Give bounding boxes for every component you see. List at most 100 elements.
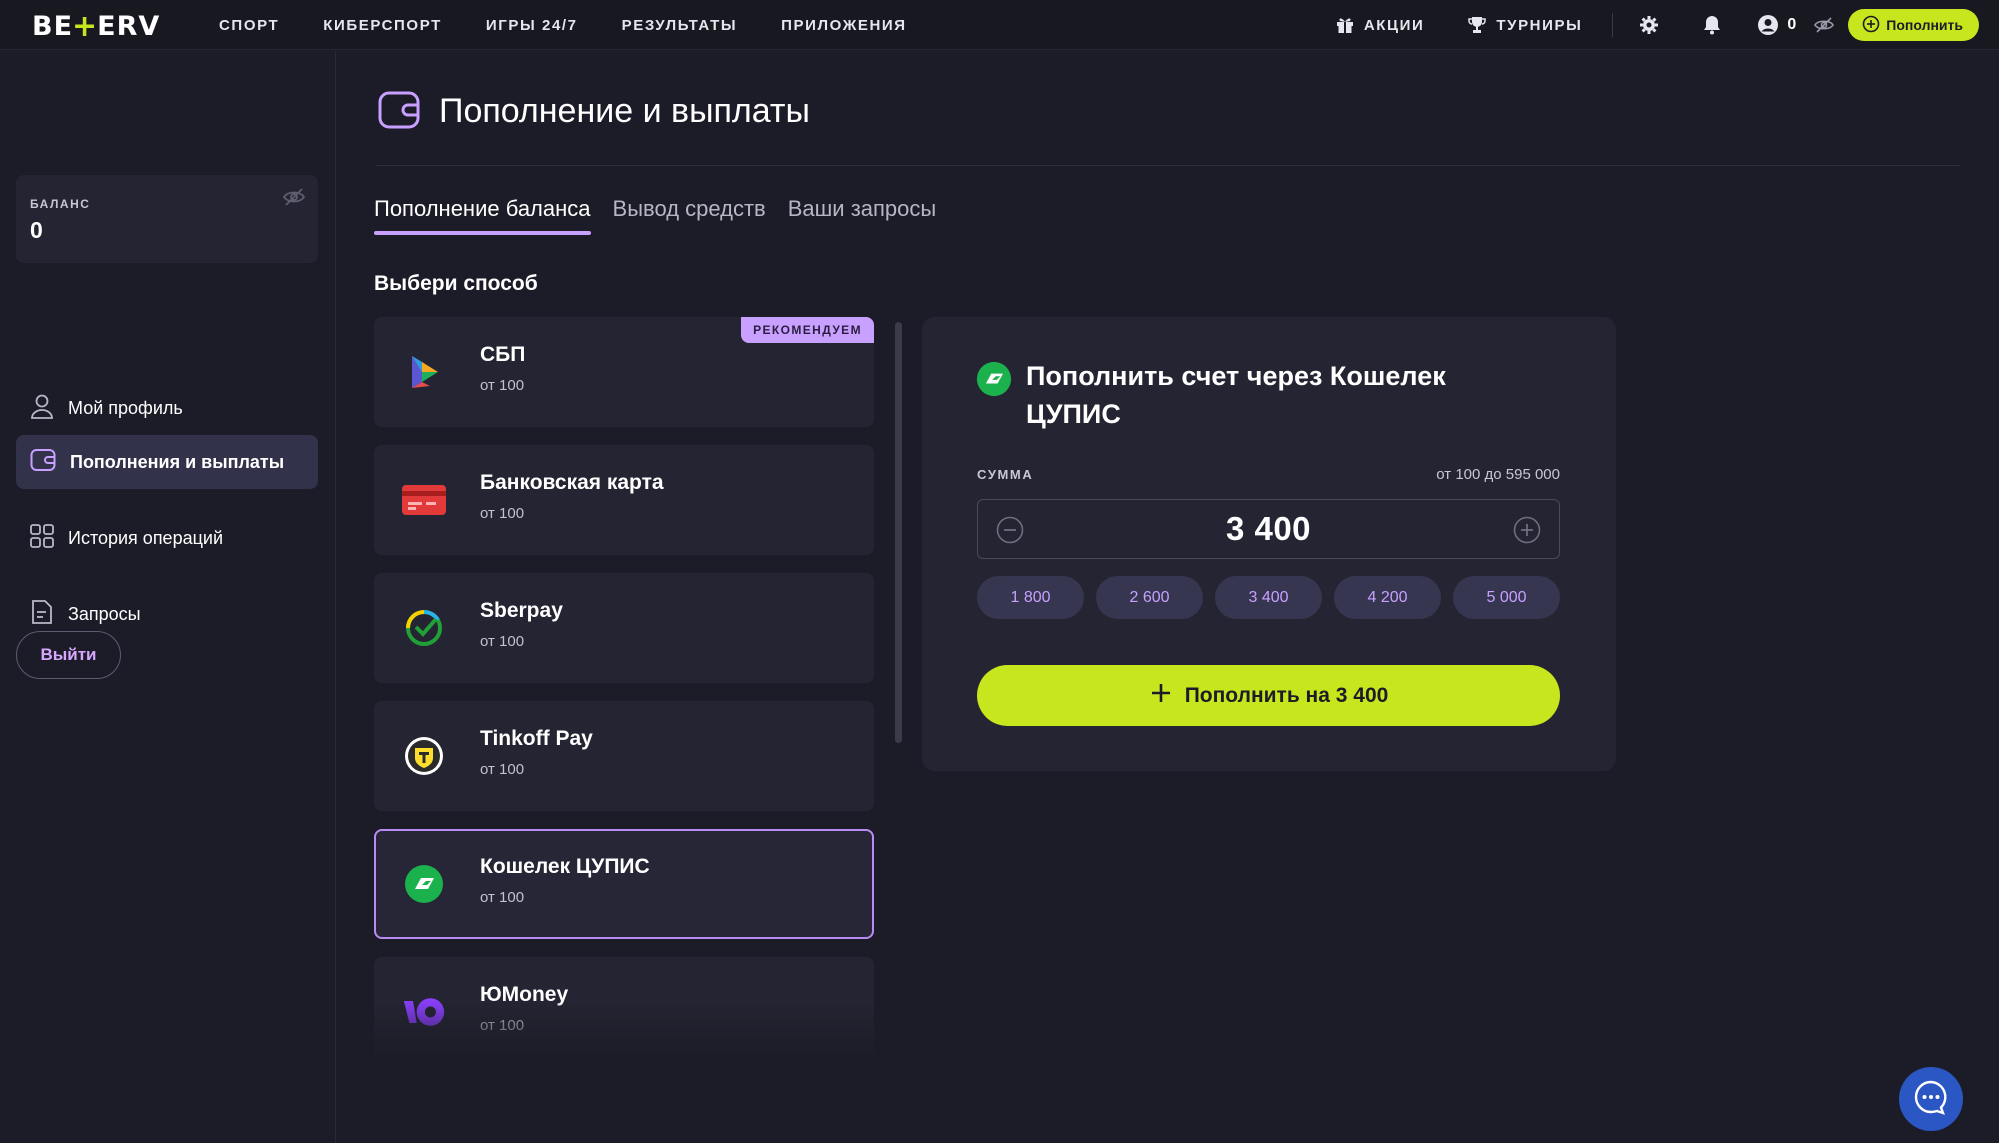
nav-link-sport[interactable]: СПОРТ	[219, 17, 279, 34]
page-header: Пополнение и выплаты	[376, 88, 1960, 166]
amount-chip[interactable]: 4 200	[1334, 576, 1441, 619]
trophy-icon	[1468, 16, 1487, 34]
page-tabs: Пополнение баланса Вывод средств Ваши за…	[374, 196, 936, 235]
logo-text-right: ERV	[97, 11, 161, 42]
nav-tournaments-label: ТУРНИРЫ	[1496, 16, 1583, 34]
logout-button[interactable]: Выйти	[16, 631, 121, 679]
method-name: ЮMoney	[480, 983, 569, 1006]
method-min: от 100	[480, 889, 525, 906]
balance-card: БАЛАНС 0	[16, 175, 318, 263]
nav-tournaments[interactable]: ТУРНИРЫ	[1468, 16, 1582, 34]
payment-title: Пополнить счет через Кошелек ЦУПИС	[1026, 361, 1446, 429]
amount-chip[interactable]: 2 600	[1096, 576, 1203, 619]
sum-label: СУММА	[977, 467, 1034, 482]
account-icon	[1757, 14, 1779, 36]
bell-icon[interactable]	[1703, 15, 1721, 35]
top-navigation: BE + ERV СПОРТ КИБЕРСПОРТ ИГРЫ 24/7 РЕЗУЛЬ…	[0, 0, 1999, 50]
betterv-logo[interactable]: BE + ERV	[32, 9, 160, 44]
method-sbp[interactable]: СБП от 100 РЕКОМЕНДУЕМ	[374, 317, 874, 427]
method-min: от 100	[480, 633, 525, 650]
tab-requests[interactable]: Ваши запросы	[788, 196, 936, 235]
balance-label: БАЛАНС	[30, 197, 91, 211]
method-name: Банковская карта	[480, 471, 664, 494]
amount-chip[interactable]: 5 000	[1453, 576, 1560, 619]
nav-right: АКЦИИ ТУРНИРЫ 0 Пополнить	[1336, 0, 1979, 50]
sidebar-item-profile[interactable]: Мой профиль	[16, 381, 318, 435]
logo-plus: +	[72, 9, 99, 44]
topup-submit-label: Пополнить на 3 400	[1184, 683, 1389, 707]
method-name: Tinkoff Pay	[480, 727, 593, 750]
amount-value: 3 400	[1225, 510, 1312, 547]
method-min: от 100	[480, 1017, 525, 1034]
grid-icon	[30, 523, 54, 553]
sidebar: БАЛАНС 0 Мой профиль Пополнения и выплат…	[0, 51, 336, 1143]
nav-link-esports[interactable]: КИБЕРСПОРТ	[323, 17, 442, 34]
yoomoney-icon	[402, 992, 446, 1032]
amount-chip[interactable]: 1 800	[977, 576, 1084, 619]
recommended-badge: РЕКОМЕНДУЕМ	[741, 317, 874, 343]
wallet-icon	[378, 90, 420, 135]
logo-text-left: BE	[32, 11, 74, 42]
sidebar-item-history[interactable]: История операций	[16, 511, 318, 565]
sum-range: от 100 до 595 000	[1436, 466, 1560, 483]
payment-methods-list: СБП от 100 РЕКОМЕНДУЕМ Банковская карта …	[374, 317, 875, 1062]
method-sberpay[interactable]: Sberpay от 100	[374, 573, 874, 683]
plus-circle-icon[interactable]	[1513, 516, 1541, 549]
sidebar-item-label: Пополнения и выплаты	[70, 451, 285, 472]
wallet-icon	[30, 448, 56, 477]
methods-scrollbar[interactable]	[895, 322, 902, 743]
user-icon	[30, 393, 54, 424]
nav-link-apps[interactable]: ПРИЛОЖЕНИЯ	[781, 17, 907, 34]
tab-deposit[interactable]: Пополнение баланса	[374, 196, 591, 235]
account-balance[interactable]: 0	[1757, 14, 1835, 36]
balance-value: 0	[30, 217, 43, 243]
amount-input[interactable]: 3 400	[977, 499, 1560, 559]
topup-header-button[interactable]: Пополнить	[1848, 9, 1979, 41]
tab-withdraw[interactable]: Вывод средств	[613, 196, 766, 235]
method-cupis-wallet[interactable]: Кошелек ЦУПИС от 100	[374, 829, 874, 939]
nav-link-results[interactable]: РЕЗУЛЬТАТЫ	[622, 17, 738, 34]
document-icon	[30, 599, 54, 630]
method-bank-card[interactable]: Банковская карта от 100	[374, 445, 874, 555]
chat-icon	[1913, 1079, 1949, 1120]
amount-chip[interactable]: 3 400	[1215, 576, 1322, 619]
topup-submit-button[interactable]: Пополнить на 3 400	[977, 665, 1560, 726]
nav-promotions[interactable]: АКЦИИ	[1336, 16, 1425, 34]
chat-support-button[interactable]	[1899, 1067, 1963, 1131]
nav-balance-value: 0	[1787, 16, 1797, 33]
method-name: СБП	[480, 343, 526, 366]
tinkoff-icon	[402, 736, 446, 776]
sidebar-item-label: История операций	[68, 527, 224, 548]
eye-hidden-icon[interactable]	[1814, 17, 1835, 33]
method-yoomoney[interactable]: ЮMoney от 100	[374, 957, 874, 1062]
amount-presets: 1 800 2 600 3 400 4 200 5 000	[977, 576, 1560, 619]
section-title: Выбери способ	[374, 272, 538, 295]
nav-separator	[1612, 13, 1614, 37]
plus-icon	[1149, 681, 1173, 711]
plus-circle-icon	[1862, 15, 1880, 36]
nav-promotions-label: АКЦИИ	[1363, 16, 1425, 34]
method-name: Кошелек ЦУПИС	[480, 855, 650, 878]
cupis-icon	[976, 361, 1012, 402]
sidebar-menu: Мой профиль Пополнения и выплаты История…	[16, 381, 318, 663]
payment-panel: Пополнить счет через Кошелек ЦУПИС СУММА…	[922, 317, 1616, 771]
method-min: от 100	[480, 761, 525, 778]
sidebar-item-label: Запросы	[68, 603, 141, 624]
cupis-icon	[402, 864, 446, 904]
bank-card-icon	[402, 480, 446, 520]
method-name: Sberpay	[480, 599, 563, 622]
method-min: от 100	[480, 505, 525, 522]
eye-hidden-icon[interactable]	[282, 187, 306, 212]
sidebar-item-label: Мой профиль	[68, 397, 183, 418]
page-title: Пополнение и выплаты	[439, 92, 810, 130]
sberpay-icon	[402, 608, 446, 648]
method-min: от 100	[480, 377, 525, 394]
sidebar-item-deposits-payouts[interactable]: Пополнения и выплаты	[16, 435, 318, 489]
sbp-icon	[402, 352, 446, 392]
gear-icon[interactable]	[1639, 15, 1659, 35]
gift-icon	[1336, 16, 1354, 34]
method-tinkoff-pay[interactable]: Tinkoff Pay от 100	[374, 701, 874, 811]
topup-header-label: Пополнить	[1886, 17, 1963, 33]
nav-link-games[interactable]: ИГРЫ 24/7	[486, 17, 578, 34]
main-nav-links: СПОРТ КИБЕРСПОРТ ИГРЫ 24/7 РЕЗУЛЬТАТЫ ПР…	[219, 0, 907, 50]
